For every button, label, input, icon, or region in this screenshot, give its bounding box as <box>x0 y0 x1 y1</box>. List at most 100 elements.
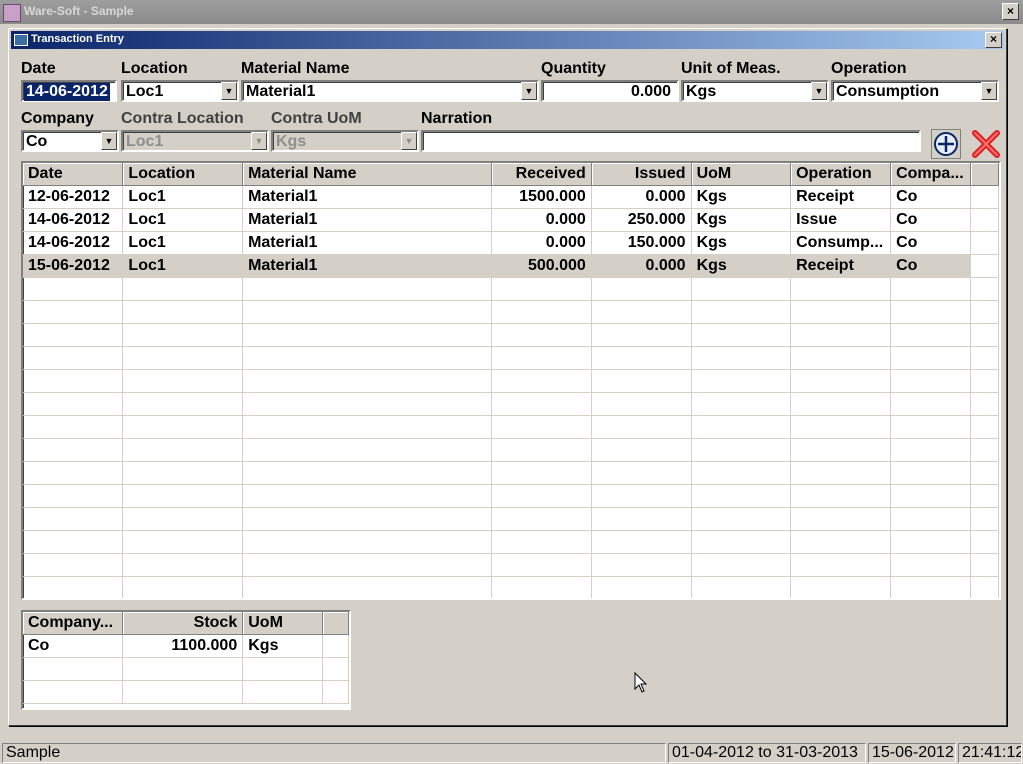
table-cell[interactable] <box>790 346 892 370</box>
table-cell[interactable] <box>591 461 692 485</box>
table-cell[interactable] <box>491 369 592 393</box>
table-cell[interactable]: Co <box>890 254 972 278</box>
table-cell[interactable] <box>242 346 492 370</box>
table-cell[interactable] <box>970 231 999 255</box>
unit-of-measure-select[interactable]: Kgs ▼ <box>681 80 829 102</box>
table-cell[interactable] <box>23 346 124 370</box>
table-cell[interactable] <box>122 530 244 554</box>
operation-select[interactable]: Consumption ▼ <box>831 80 999 102</box>
table-cell[interactable] <box>691 392 792 416</box>
app-close-button[interactable]: × <box>1002 3 1019 20</box>
empty-row[interactable] <box>23 438 999 462</box>
table-cell[interactable] <box>970 323 999 347</box>
location-select[interactable]: Loc1 ▼ <box>121 80 239 102</box>
empty-row[interactable] <box>23 530 999 554</box>
table-cell[interactable] <box>890 392 972 416</box>
stock-grid[interactable]: Company... Stock UoM Co 1100.000 Kgs <box>21 610 351 710</box>
table-cell[interactable] <box>790 369 892 393</box>
table-cell[interactable] <box>890 438 972 462</box>
table-cell[interactable] <box>23 507 124 531</box>
table-cell[interactable] <box>242 576 492 598</box>
table-cell[interactable] <box>691 415 792 439</box>
table-cell[interactable] <box>122 392 244 416</box>
table-cell[interactable] <box>242 553 492 577</box>
table-cell[interactable] <box>691 438 792 462</box>
table-cell[interactable] <box>23 576 124 598</box>
table-cell[interactable] <box>691 553 792 577</box>
table-cell[interactable] <box>591 507 692 531</box>
table-cell[interactable] <box>691 484 792 508</box>
empty-row[interactable] <box>23 553 999 577</box>
col-header-date[interactable]: Date <box>23 163 124 186</box>
table-cell[interactable] <box>23 438 124 462</box>
table-cell[interactable] <box>242 323 492 347</box>
table-cell[interactable] <box>242 277 492 301</box>
add-circle-icon[interactable] <box>931 129 961 159</box>
empty-row[interactable] <box>23 369 999 393</box>
table-cell[interactable]: Kgs <box>691 254 792 278</box>
material-name-select[interactable]: Material1 ▼ <box>241 80 539 102</box>
table-cell[interactable]: 250.000 <box>591 208 692 232</box>
table-cell[interactable] <box>790 323 892 347</box>
table-cell[interactable] <box>970 461 999 485</box>
table-cell[interactable]: Kgs <box>691 231 792 255</box>
date-field[interactable]: 14-06-2012 <box>21 80 117 102</box>
table-cell[interactable]: Loc1 <box>122 208 244 232</box>
empty-row[interactable] <box>23 484 999 508</box>
empty-row[interactable] <box>23 300 999 324</box>
table-cell[interactable] <box>970 346 999 370</box>
table-cell[interactable] <box>23 530 124 554</box>
table-cell[interactable] <box>591 300 692 324</box>
table-cell[interactable] <box>491 576 592 598</box>
stock-cell[interactable]: Kgs <box>242 634 324 658</box>
table-cell[interactable] <box>23 277 124 301</box>
table-cell[interactable] <box>591 530 692 554</box>
narration-input[interactable] <box>421 130 921 152</box>
table-cell[interactable]: Issue <box>790 208 892 232</box>
col-header-company[interactable]: Compa... <box>890 163 972 186</box>
table-cell[interactable] <box>970 438 999 462</box>
table-cell[interactable] <box>890 530 972 554</box>
stock-col-header-stock[interactable]: Stock <box>122 612 244 635</box>
dialog-close-button[interactable]: × <box>985 32 1002 48</box>
col-header-issued[interactable]: Issued <box>591 163 692 186</box>
stock-cell[interactable]: 1100.000 <box>122 634 244 658</box>
stock-cell[interactable] <box>122 657 244 681</box>
table-cell[interactable]: Loc1 <box>122 254 244 278</box>
table-cell[interactable] <box>790 392 892 416</box>
table-cell[interactable] <box>890 415 972 439</box>
table-cell[interactable] <box>122 507 244 531</box>
dialog-title-bar[interactable]: Transaction Entry × <box>11 31 1004 49</box>
location-dropdown-button[interactable]: ▼ <box>221 82 237 100</box>
table-cell[interactable] <box>790 484 892 508</box>
table-cell[interactable] <box>591 323 692 347</box>
stock-col-header-uom[interactable]: UoM <box>242 612 324 635</box>
table-cell[interactable]: 1500.000 <box>491 185 592 209</box>
table-cell[interactable] <box>790 438 892 462</box>
table-cell[interactable] <box>790 530 892 554</box>
table-cell[interactable] <box>970 415 999 439</box>
table-cell[interactable] <box>970 553 999 577</box>
table-cell[interactable]: Co <box>890 185 972 209</box>
table-cell[interactable] <box>242 507 492 531</box>
uom-dropdown-button[interactable]: ▼ <box>811 82 827 100</box>
table-cell[interactable] <box>890 277 972 301</box>
table-cell[interactable] <box>122 369 244 393</box>
table-cell[interactable] <box>122 346 244 370</box>
operation-dropdown-button[interactable]: ▼ <box>981 82 997 100</box>
table-cell[interactable] <box>591 576 692 598</box>
table-cell[interactable]: Receipt <box>790 185 892 209</box>
table-cell[interactable] <box>890 369 972 393</box>
table-cell[interactable] <box>790 461 892 485</box>
table-cell[interactable]: 0.000 <box>491 208 592 232</box>
table-cell[interactable] <box>691 369 792 393</box>
empty-row[interactable] <box>23 346 999 370</box>
table-cell[interactable] <box>242 415 492 439</box>
table-cell[interactable] <box>890 323 972 347</box>
table-cell[interactable] <box>491 461 592 485</box>
table-row[interactable]: 15-06-2012 Loc1 Material1 500.000 0.000 Kgs Re… <box>23 254 999 278</box>
table-cell[interactable] <box>242 461 492 485</box>
table-cell[interactable] <box>122 300 244 324</box>
table-cell[interactable] <box>591 484 692 508</box>
table-cell[interactable] <box>491 323 592 347</box>
